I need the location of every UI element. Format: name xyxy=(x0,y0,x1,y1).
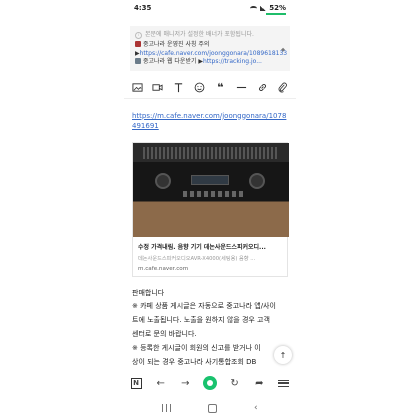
body-line: 트에 노출됩니다. 노출을 원하지 않을 경우 고객 xyxy=(132,316,270,325)
post-content: https://m.cafe.naver.com/joonggonara/107… xyxy=(124,111,296,370)
status-time: 4:35 xyxy=(134,4,152,12)
quote-icon[interactable]: ❝ xyxy=(213,80,227,94)
attach-icon[interactable] xyxy=(276,80,290,94)
editor-toolbar: ❝ xyxy=(124,77,296,99)
card-title: 수정 가격내림. 음향 기기 데논사운드스피커오디... xyxy=(138,243,266,251)
warning-icon xyxy=(135,41,141,48)
battery-indicator xyxy=(266,13,286,15)
video-icon[interactable] xyxy=(151,80,165,94)
mobile-screen: 4:35 52% i 본문에 매니저가 설정한 배너가 포함됩니다. 중고나라 … xyxy=(124,0,296,420)
banner-link-2[interactable]: https://tracking.jo... xyxy=(203,58,262,65)
banner-expand-icon[interactable]: ◆ xyxy=(281,46,285,54)
banner-notice: 본문에 매니저가 설정한 배너가 포함됩니다. xyxy=(145,31,254,38)
body-line: 판매합니다 xyxy=(132,288,165,297)
info-icon: i xyxy=(135,31,142,39)
emoji-icon[interactable] xyxy=(193,80,207,94)
text-icon[interactable] xyxy=(172,80,186,94)
body-line: 센터로 문의 바랍니다. xyxy=(132,330,197,339)
image-icon[interactable] xyxy=(130,80,144,94)
banner-link-1[interactable]: https://cafe.naver.com/joonggonara/10896… xyxy=(140,50,288,57)
scroll-top-button[interactable]: ↑ xyxy=(274,346,292,364)
forward-icon[interactable]: → xyxy=(177,375,193,391)
home-icon[interactable] xyxy=(208,403,218,413)
home-green-icon[interactable] xyxy=(202,375,218,391)
download-icon xyxy=(135,58,141,65)
card-thumbnail xyxy=(133,142,289,237)
system-navigation-bar: ‹ xyxy=(124,398,296,418)
menu-icon[interactable] xyxy=(276,375,292,391)
body-line: ※ 등록한 게시글이 회원의 신고를 받거나 이 xyxy=(132,343,261,352)
link-preview-card[interactable]: 수정 가격내림. 음향 기기 데논사운드스피커오디... 데논사운드스피커오디오… xyxy=(132,141,289,277)
recent-apps-icon[interactable] xyxy=(162,404,172,412)
manager-banner: i 본문에 매니저가 설정한 배너가 포함됩니다. 중고나라 운영진 사칭 주의… xyxy=(130,26,290,71)
naver-n-icon[interactable]: N xyxy=(128,375,144,391)
card-domain: m.cafe.naver.com xyxy=(138,265,189,272)
signal-icon xyxy=(260,5,267,11)
browser-navigation-bar: N ← → ↻ ➦ xyxy=(124,373,296,393)
banner-line-2: 중고나라 웹 다운받기 ▶https://tracking.jo... xyxy=(135,58,285,66)
back-icon[interactable]: ← xyxy=(153,375,169,391)
back-nav-icon[interactable]: ‹ xyxy=(254,403,258,413)
wifi-icon xyxy=(250,5,258,11)
body-line: 상이 되는 경우 중고나라 사기통합조회 DB xyxy=(132,357,257,366)
card-description: 데논사운드스피커오디오AVR-X4000(세팅용) 음향 ... xyxy=(138,255,256,262)
refresh-icon[interactable]: ↻ xyxy=(227,375,243,391)
link-icon[interactable] xyxy=(255,80,269,94)
banner-line-1: 중고나라 운영진 사칭 주의 ▶https://cafe.naver.com/j… xyxy=(135,41,288,57)
body-line: ※ 카페 상품 게시글은 자동으로 중고나라 앱/사이 xyxy=(132,302,276,311)
post-body: 판매합니다 ※ 카페 상품 게시글은 자동으로 중고나라 앱/사이 트에 노출됩… xyxy=(132,287,288,370)
share-icon[interactable]: ➦ xyxy=(251,375,267,391)
battery-level: 52% xyxy=(269,4,286,12)
post-url-link[interactable]: https://m.cafe.naver.com/joonggonara/107… xyxy=(132,111,288,131)
divider-icon[interactable] xyxy=(234,80,248,94)
